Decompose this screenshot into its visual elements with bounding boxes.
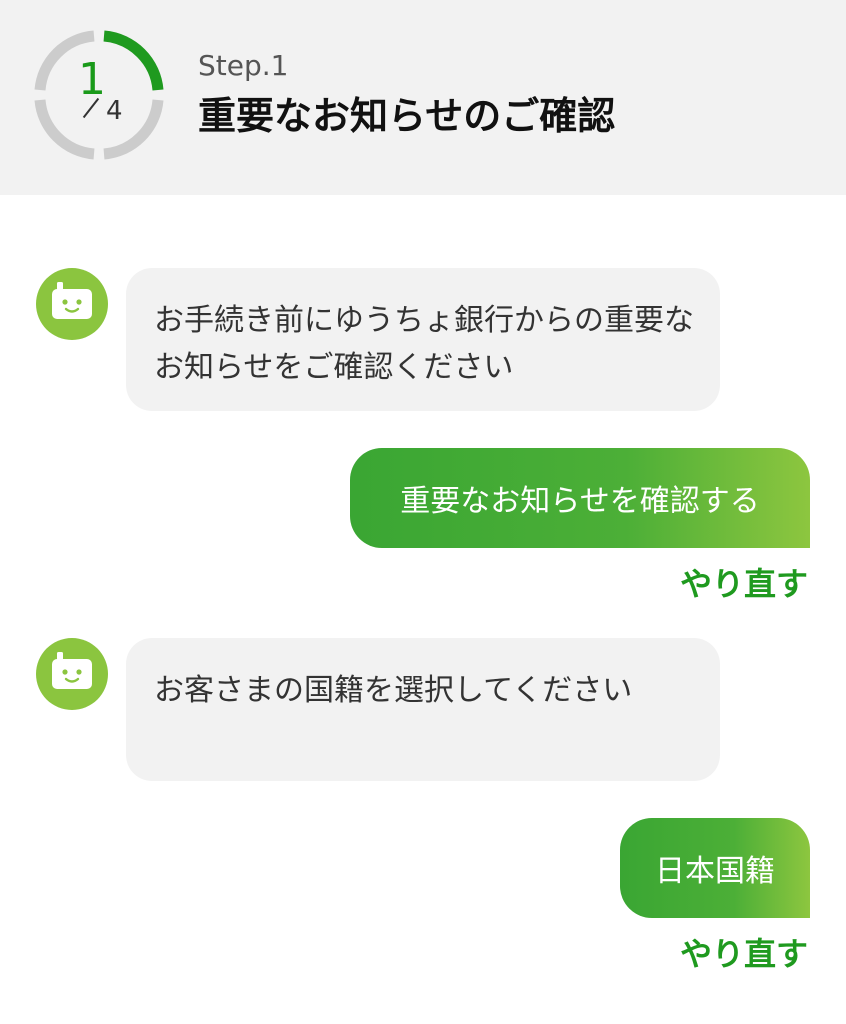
bot-avatar [36, 268, 108, 340]
user-reply-text: 日本国籍 [655, 854, 775, 889]
redo-link[interactable]: やり直す [680, 568, 808, 600]
bot-message-bubble: お手続き前にゆうちょ銀行からの重要なお知らせをご確認ください [126, 268, 720, 411]
progress-current: 1 [78, 54, 106, 105]
robot-face-icon [52, 652, 92, 689]
progress-segment-1 [103, 30, 164, 91]
progress-segment-3 [34, 99, 95, 160]
step-progress-indicator: 1 4 [34, 30, 164, 160]
bot-message-text: お客さまの国籍を選択してください [154, 673, 633, 708]
user-reply-text: 重要なお知らせを確認する [400, 484, 760, 519]
bot-avatar [36, 638, 108, 710]
user-reply-bubble: 日本国籍 [620, 818, 810, 918]
page-title: 重要なお知らせのご確認 [198, 94, 616, 138]
robot-face-icon [52, 282, 92, 319]
bot-message-bubble: お客さまの国籍を選択してください [126, 638, 720, 781]
bot-message-text: お手続き前にゆうちょ銀行からの重要なお知らせをご確認ください [154, 303, 694, 385]
redo-link[interactable]: やり直す [680, 938, 808, 970]
step-label: Step.1 [198, 49, 289, 82]
progress-total: 4 [106, 96, 123, 126]
step-header: 1 4 Step.1 重要なお知らせのご確認 [0, 0, 846, 195]
user-reply-bubble: 重要なお知らせを確認する [350, 448, 810, 548]
